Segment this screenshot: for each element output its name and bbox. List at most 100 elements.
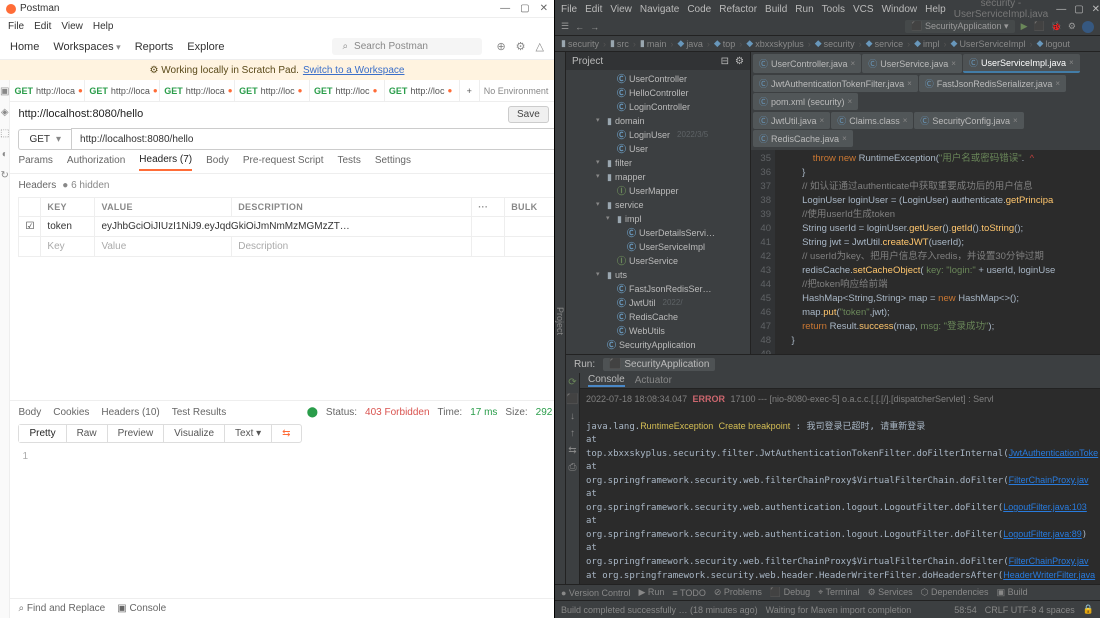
- request-tab[interactable]: GET http://loc ●: [235, 80, 310, 101]
- crumb[interactable]: ◆ logout: [1036, 38, 1069, 49]
- bottom-tab[interactable]: ⊘ Problems: [714, 587, 762, 598]
- up-icon[interactable]: ↑: [570, 428, 575, 439]
- tab-test-results[interactable]: Test Results: [172, 407, 226, 418]
- editor-tab[interactable]: Ⓒ UserController.java ×: [753, 54, 861, 73]
- view-visualize[interactable]: Visualize: [164, 425, 225, 442]
- bottom-tab[interactable]: ▣ Build: [997, 587, 1028, 598]
- tab-params[interactable]: Params: [18, 155, 52, 170]
- history-icon[interactable]: ↻: [1, 170, 9, 181]
- tree-node[interactable]: ▾▮ service: [566, 198, 750, 212]
- editor-tab[interactable]: Ⓒ JwtAuthenticationTokenFilter.java ×: [753, 75, 918, 92]
- menu-help[interactable]: Help: [925, 4, 946, 15]
- editor-tab[interactable]: Ⓒ pom.xml (security) ×: [753, 93, 858, 110]
- bottom-tab[interactable]: ⬛ Debug: [770, 587, 810, 598]
- lock-icon[interactable]: 🔒: [1083, 604, 1094, 615]
- crumb[interactable]: ▮ main: [640, 38, 666, 49]
- tree-node[interactable]: ▾▮ mapper: [566, 170, 750, 184]
- tree-node[interactable]: Ⓒ SecurityApplication: [566, 338, 750, 352]
- request-tab[interactable]: GET http://loca ●: [85, 80, 160, 101]
- run-app-tab[interactable]: ⬛ SecurityApplication: [603, 358, 715, 371]
- invite-icon[interactable]: ⊕: [496, 40, 505, 53]
- mock-icon[interactable]: ◐: [2, 149, 8, 160]
- menu-navigate[interactable]: Navigate: [640, 4, 679, 15]
- tree-node[interactable]: Ⓒ UserController: [566, 72, 750, 86]
- bottom-tab[interactable]: ≡ TODO: [672, 588, 705, 598]
- crumb[interactable]: ◆ java: [677, 38, 702, 49]
- request-tab[interactable]: GET http://loca ●: [160, 80, 235, 101]
- view-text[interactable]: Text ▾: [225, 425, 272, 442]
- view-raw[interactable]: Raw: [67, 425, 108, 442]
- collections-icon[interactable]: ▣: [0, 86, 9, 97]
- tree-node[interactable]: ▾▮ uts: [566, 268, 750, 282]
- tree-node[interactable]: Ⓘ UserMapper: [566, 184, 750, 198]
- menu-view[interactable]: View: [61, 21, 83, 32]
- search-input[interactable]: ⌕ Search Postman: [332, 38, 482, 55]
- menu-window[interactable]: Window: [882, 4, 918, 15]
- menu-view[interactable]: View: [610, 4, 632, 15]
- tab-tests[interactable]: Tests: [337, 155, 360, 170]
- hidden-toggle[interactable]: ● 6 hidden: [62, 180, 109, 191]
- request-tab[interactable]: No Environment: [480, 80, 554, 101]
- crumb[interactable]: ◆ security: [815, 38, 855, 49]
- wrap-icon[interactable]: ⇆: [568, 445, 576, 456]
- tab-console[interactable]: Console: [588, 374, 625, 387]
- maximize-icon[interactable]: ▢: [520, 3, 529, 14]
- maximize-icon[interactable]: ▢: [1074, 4, 1083, 15]
- console-btn[interactable]: ▣ Console: [117, 603, 166, 614]
- console-output[interactable]: 2022-07-18 18:08:34.047 ERROR 17100 --- …: [580, 389, 1100, 584]
- tree-node[interactable]: ▾▮ domain: [566, 114, 750, 128]
- tree-node[interactable]: Ⓒ WebUtils: [566, 324, 750, 338]
- avatar-icon[interactable]: [1082, 21, 1094, 33]
- menu-tools[interactable]: Tools: [822, 4, 845, 15]
- menu-edit[interactable]: Edit: [34, 21, 51, 32]
- menu-file[interactable]: File: [8, 21, 24, 32]
- debug-icon[interactable]: 🐞: [1051, 21, 1062, 32]
- env-icon[interactable]: ⬚: [0, 128, 9, 139]
- tab-body-resp[interactable]: Body: [18, 407, 41, 418]
- rerun-icon[interactable]: ⟳: [568, 377, 576, 388]
- source-code[interactable]: throw new RuntimeException("用户名或密码错误". ^…: [775, 150, 1100, 354]
- tree-node[interactable]: Ⓒ UserDetailsServi…: [566, 226, 750, 240]
- print-icon[interactable]: ⎙: [569, 462, 577, 473]
- bottom-tab[interactable]: ⚙ Services: [868, 587, 913, 598]
- minimize-icon[interactable]: —: [500, 3, 510, 14]
- editor-tab[interactable]: Ⓒ SecurityConfig.java ×: [914, 112, 1023, 129]
- tab-prereq[interactable]: Pre-request Script: [243, 155, 324, 170]
- editor-tab[interactable]: Ⓒ FastJsonRedisSerializer.java ×: [919, 75, 1066, 92]
- bottom-tab[interactable]: ⌖ Terminal: [818, 587, 859, 598]
- request-tab[interactable]: +: [460, 80, 480, 101]
- gear-icon[interactable]: ⚙: [735, 56, 744, 67]
- ph-key[interactable]: Key: [41, 237, 95, 257]
- tree-node[interactable]: Ⓒ LoginUser2022/3/5: [566, 128, 750, 142]
- crumb[interactable]: ◆ top: [714, 38, 735, 49]
- request-tab[interactable]: GET http://loc ●: [385, 80, 460, 101]
- table-row[interactable]: ☑ token eyJhbGciOiJIUzI1NiJ9.eyJqdGkiOiJ…: [19, 217, 554, 237]
- url-input[interactable]: [71, 128, 554, 150]
- col-bulk[interactable]: Bulk: [505, 198, 554, 217]
- menu-refactor[interactable]: Refactor: [719, 4, 757, 15]
- tab-cookies[interactable]: Cookies: [53, 407, 89, 418]
- encoding[interactable]: CRLF UTF-8 4 spaces: [985, 605, 1075, 615]
- find-replace[interactable]: ⌕ Find and Replace: [18, 603, 105, 614]
- notifications-icon[interactable]: △: [536, 40, 544, 53]
- switch-workspace-link[interactable]: Switch to a Workspace: [303, 65, 405, 76]
- method-select[interactable]: GET▾: [18, 129, 71, 150]
- editor-tab[interactable]: Ⓒ UserServiceImpl.java ×: [963, 54, 1080, 73]
- menu-help[interactable]: Help: [93, 21, 114, 32]
- wrap-icon[interactable]: ⇆: [272, 425, 300, 442]
- code-area[interactable]: 3536373839404142434445464748495051525354…: [751, 150, 1100, 354]
- collapse-icon[interactable]: ⊟: [721, 56, 729, 67]
- tree-node[interactable]: ▾▮ impl: [566, 212, 750, 226]
- hamburger-icon[interactable]: ☰: [561, 21, 569, 32]
- tree-node[interactable]: Ⓒ LoginController: [566, 100, 750, 114]
- view-preview[interactable]: Preview: [108, 425, 165, 442]
- editor-tab[interactable]: Ⓒ JwtUtil.java ×: [753, 112, 830, 129]
- bottom-tab[interactable]: ▶ Run: [638, 587, 664, 598]
- project-tree-body[interactable]: Ⓒ UserControllerⒸ HelloControllerⒸ Login…: [566, 70, 750, 354]
- tree-node[interactable]: Ⓒ HelloController: [566, 86, 750, 100]
- menu-file[interactable]: File: [561, 4, 577, 15]
- crumb[interactable]: ◆ UserServiceImpl: [951, 38, 1026, 49]
- nav-reports[interactable]: Reports: [135, 41, 174, 53]
- table-row-placeholder[interactable]: Key Value Description: [19, 237, 554, 257]
- tab-settings[interactable]: Settings: [375, 155, 411, 170]
